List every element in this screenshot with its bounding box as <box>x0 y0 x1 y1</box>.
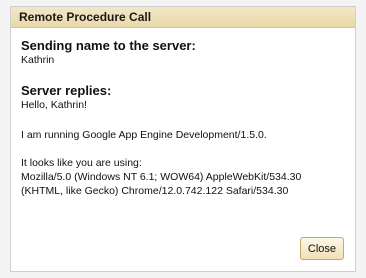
dialog-title[interactable]: Remote Procedure Call <box>11 7 355 28</box>
dialog-content: Sending name to the server: Kathrin Serv… <box>11 28 355 198</box>
replies-label: Server replies: <box>21 83 112 98</box>
browser-agent-line-1: Mozilla/5.0 (Windows NT 6.1; WOW64) Appl… <box>21 171 302 183</box>
browser-agent-line-2: (KHTML, like Gecko) Chrome/12.0.742.122 … <box>21 185 289 197</box>
sending-label: Sending name to the server: <box>21 38 196 53</box>
page: Remote Procedure Call Sending name to th… <box>0 0 366 278</box>
reply-value: Hello, Kathrin! <box>21 99 87 111</box>
browser-intro-text: It looks like you are using: <box>21 157 142 169</box>
dialog-actions: Close <box>299 237 344 260</box>
close-button[interactable]: Close <box>299 237 344 260</box>
server-info-text: I am running Google App Engine Developme… <box>21 129 267 141</box>
sending-value: Kathrin <box>21 54 55 66</box>
rpc-dialog: Remote Procedure Call Sending name to th… <box>10 6 356 272</box>
